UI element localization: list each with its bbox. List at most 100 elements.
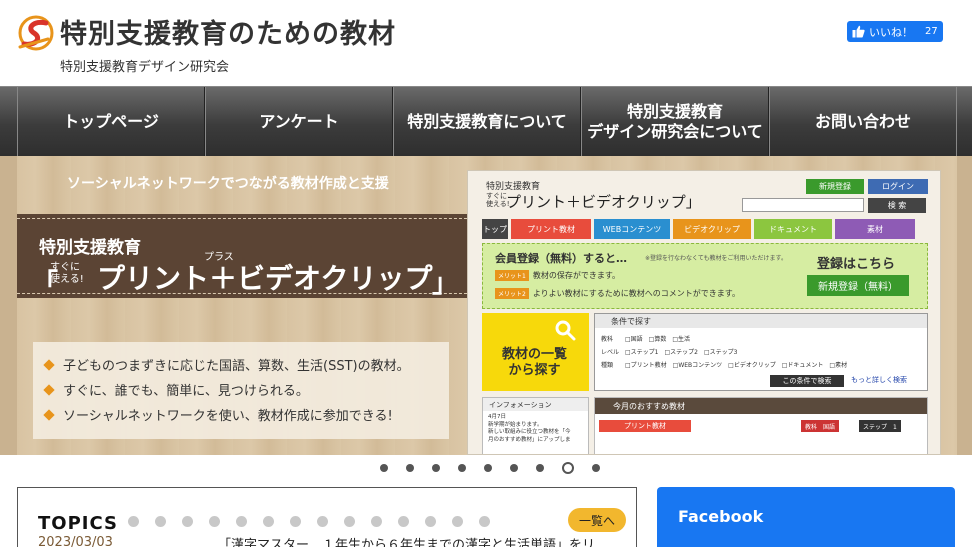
like-count: 27 (925, 26, 938, 37)
preview-tabs: トップ プリント教材 WEBコンテンツ ビデオクリップ ドキュメント 素材 (482, 219, 915, 239)
preview-filter-title: 条件で探す (595, 314, 927, 328)
preview-filter-more-link: もっと詳しく検索 (851, 376, 907, 384)
banner-heading-big: プリント＋ビデオクリップ (97, 262, 433, 295)
preview-find-label: 教材の一覧 から探す (502, 347, 568, 378)
thumbs-up-icon (852, 25, 865, 38)
magnifier-icon (555, 320, 576, 341)
preview-join-button: 新規登録（無料） (807, 275, 909, 296)
hero-banner-slide[interactable]: ソーシャルネットワークでつながる教材作成と支援 特別支援教育 プラス 「 すぐに… (17, 156, 957, 455)
preview-recommended: 今月のおすすめ教材 プリント教材 教科 国語 ステップ 1 (594, 397, 928, 454)
nav-item-survey[interactable]: アンケート (205, 87, 393, 156)
banner-edge-left (0, 156, 17, 455)
preview-title: プリント＋ビデオクリップ」 (506, 193, 701, 211)
topics-list-button[interactable]: 一覧へ (568, 508, 626, 532)
preview-information: インフォメーション 4月7日 新学期が始まります。 新しい取組みに役立つ教材を「… (482, 397, 589, 454)
preview-filter-row: 種類 □プリント教材 □WEBコンテンツ □ビデオクリップ □ドキュメント □素… (601, 362, 848, 369)
slider-dot[interactable] (432, 464, 440, 472)
banner-heading-small: 特別支援教育 (39, 238, 141, 258)
preview-reg-here: 登録はこちら (817, 257, 896, 272)
band-dash-top (17, 218, 467, 219)
diamond-bullet-icon (43, 383, 55, 396)
topics-page-dot[interactable] (155, 516, 166, 527)
preview-rec-print: プリント教材 (599, 420, 691, 432)
topics-page-dot[interactable] (479, 516, 490, 527)
topics-panel: TOPICS 一覧へ 2023/03/03 「漢字マスター １年生から６年生まで… (17, 487, 637, 547)
nav-item-contact[interactable]: お問い合わせ (769, 87, 957, 156)
banner-feature-list: 子どものつまずきに応じた国語、算数、生活(SST)の教材。 すぐに、誰でも、簡単… (33, 342, 449, 439)
preview-filter-panel: 条件で探す 教科 □国語 □算数 □生活 レベル □ステップ1 □ステップ2 □… (594, 313, 928, 391)
preview-tab: プリント教材 (511, 219, 591, 239)
preview-tab: ビデオクリップ (673, 219, 751, 239)
preview-search-field (742, 198, 864, 212)
topics-page-dot[interactable] (263, 516, 274, 527)
topics-page-dot[interactable] (344, 516, 355, 527)
slider-dot[interactable] (380, 464, 388, 472)
topic-date: 2023/03/03 (38, 535, 113, 547)
slider-dot[interactable] (458, 464, 466, 472)
preview-filter-row: 教科 □国語 □算数 □生活 (601, 336, 691, 343)
preview-search-button: 検 索 (868, 198, 926, 213)
preview-filter-search-button: この条件で検索 (770, 375, 844, 387)
preview-rec-subject: 教科 国語 (801, 420, 840, 432)
nav-item-about-special-education[interactable]: 特別支援教育について (393, 87, 581, 156)
topics-page-dot[interactable] (317, 516, 328, 527)
topic-link[interactable]: 「漢字マスター １年生から６年生までの漢字と生活単語」をリ (218, 534, 595, 547)
preview-merit-1: メリット1 教材の保存ができます。 (495, 270, 620, 281)
preview-find-from-list: 教材の一覧 から探す (482, 313, 589, 391)
preview-rec-step: ステップ 1 (859, 420, 901, 432)
diamond-bullet-icon (43, 358, 55, 371)
topics-heading: TOPICS (38, 513, 118, 534)
banner-sugu-label: すぐに 使える! (50, 262, 84, 285)
preview-info-body: 4月7日 新学期が始まります。 新しい取組みに役立つ教材を「今 月のおすすめ教材… (488, 414, 571, 444)
preview-rec-title: 今月のおすすめ教材 (595, 398, 927, 414)
preview-registration-panel: 会員登録（無料）すると… ※登録を行なわなくても教材をご利用いただけます。 メリ… (482, 243, 928, 309)
diamond-bullet-icon (43, 408, 55, 421)
feature-item: すぐに、誰でも、簡単に、見つけられる。 (43, 377, 437, 402)
preview-tab: 素材 (835, 219, 915, 239)
preview-merit-2: メリット2 よりよい教材にするために教材へのコメントができます。 (495, 288, 740, 299)
preview-tab: ドキュメント (754, 219, 832, 239)
preview-tab: トップ (482, 219, 508, 239)
banner-tagline: ソーシャルネットワークでつながる教材作成と支援 (67, 176, 389, 192)
banner-edge-right (957, 156, 972, 455)
nav-item-top[interactable]: トップページ (17, 87, 205, 156)
facebook-widget: Facebook (657, 487, 955, 547)
slider-dot[interactable] (510, 464, 518, 472)
facebook-widget-title[interactable]: Facebook (678, 507, 763, 526)
topics-page-dot[interactable] (425, 516, 436, 527)
slider-dot[interactable] (592, 464, 600, 472)
preview-signup-button: 新規登録 (806, 179, 864, 194)
preview-reg-title: 会員登録（無料）すると… (495, 252, 627, 265)
slider-pagination (380, 462, 600, 474)
preview-reg-note: ※登録を行なわなくても教材をご利用いただけます。 (645, 255, 787, 262)
site-title[interactable]: 特別支援教育のための教材 (60, 12, 396, 51)
preview-login-button: ログイン (868, 179, 928, 194)
site-header: 特別支援教育のための教材 特別支援教育デザイン研究会 いいね！ 27 (0, 0, 972, 86)
slider-dot[interactable] (562, 462, 574, 474)
global-nav: トップページ アンケート 特別支援教育について 特別支援教育 デザイン研究会につ… (0, 86, 972, 156)
like-label: いいね！ (869, 25, 913, 39)
site-subtitle: 特別支援教育デザイン研究会 (60, 60, 230, 75)
nav-item-about-design-society[interactable]: 特別支援教育 デザイン研究会について (581, 87, 769, 156)
topics-page-dot[interactable] (290, 516, 301, 527)
facebook-like-button[interactable]: いいね！ 27 (847, 21, 943, 42)
preview-tab: WEBコンテンツ (594, 219, 670, 239)
topics-page-dot[interactable] (182, 516, 193, 527)
preview-filter-row: レベル □ステップ1 □ステップ2 □ステップ3 (601, 349, 738, 356)
preview-info-title: インフォメーション (483, 398, 588, 411)
feature-item: ソーシャルネットワークを使い、教材作成に参加できる! (43, 402, 437, 427)
slider-dot[interactable] (536, 464, 544, 472)
slider-dot[interactable] (484, 464, 492, 472)
banner-heading-band: 特別支援教育 プラス 「 すぐに 使える! プリント＋ビデオクリップ 」 (17, 214, 467, 299)
banner-bracket-close: 」 (432, 269, 459, 299)
topics-page-dot[interactable] (209, 516, 220, 527)
topics-page-dot[interactable] (371, 516, 382, 527)
site-logo-icon[interactable] (18, 14, 58, 52)
topics-page-dot[interactable] (398, 516, 409, 527)
topics-page-dot[interactable] (452, 516, 463, 527)
topics-page-dot[interactable] (128, 516, 139, 527)
topics-page-dot[interactable] (236, 516, 247, 527)
topics-pagination (128, 516, 490, 527)
slider-dot[interactable] (406, 464, 414, 472)
feature-item: 子どものつまずきに応じた国語、算数、生活(SST)の教材。 (43, 352, 437, 377)
